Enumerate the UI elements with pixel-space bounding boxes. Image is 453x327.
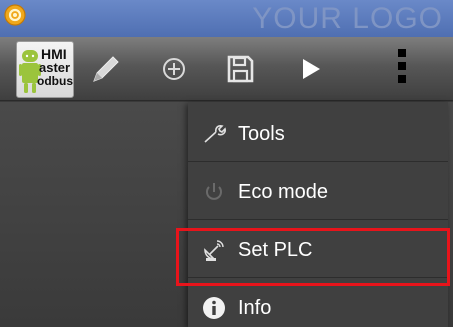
overflow-menu-button[interactable] xyxy=(384,49,424,89)
save-button[interactable] xyxy=(220,49,260,89)
power-icon xyxy=(206,183,222,200)
menu-item-label: Tools xyxy=(238,123,285,145)
play-icon xyxy=(303,59,320,79)
app-status-icon xyxy=(4,4,26,26)
android-robot-icon xyxy=(19,50,41,93)
menu-item-set-plc[interactable]: Set PLC xyxy=(188,222,448,278)
info-icon xyxy=(203,297,225,319)
menu-item-label: Set PLC xyxy=(238,239,313,261)
run-button[interactable] xyxy=(290,49,330,89)
brand-logo-text: YOUR LOGO xyxy=(252,2,443,35)
app-icon-text-modbus: odbus xyxy=(37,74,73,88)
app-icon-text-master: aster xyxy=(39,60,71,75)
wrench-icon xyxy=(204,125,226,143)
overflow-menu-icon xyxy=(398,49,406,83)
add-button[interactable] xyxy=(154,49,194,89)
pencil-icon xyxy=(93,56,119,82)
menu-item-label: Eco mode xyxy=(238,181,329,203)
menu-item-label: Info xyxy=(238,297,272,319)
status-bar: YOUR LOGO xyxy=(0,0,453,37)
menu-item-eco-mode[interactable]: Eco mode xyxy=(188,164,448,220)
save-icon xyxy=(227,55,254,83)
menu-item-tools[interactable]: Tools xyxy=(188,106,448,162)
toolbar: HMI aster odbus xyxy=(0,37,453,101)
app-logo-button[interactable]: HMI aster odbus xyxy=(16,41,74,98)
edit-button[interactable] xyxy=(86,49,126,89)
add-circle-icon xyxy=(163,58,185,80)
overflow-menu: Tools Eco mode Set PLC Info xyxy=(188,102,448,327)
menu-item-info[interactable]: Info xyxy=(188,280,448,327)
satellite-dish-icon xyxy=(204,240,224,261)
